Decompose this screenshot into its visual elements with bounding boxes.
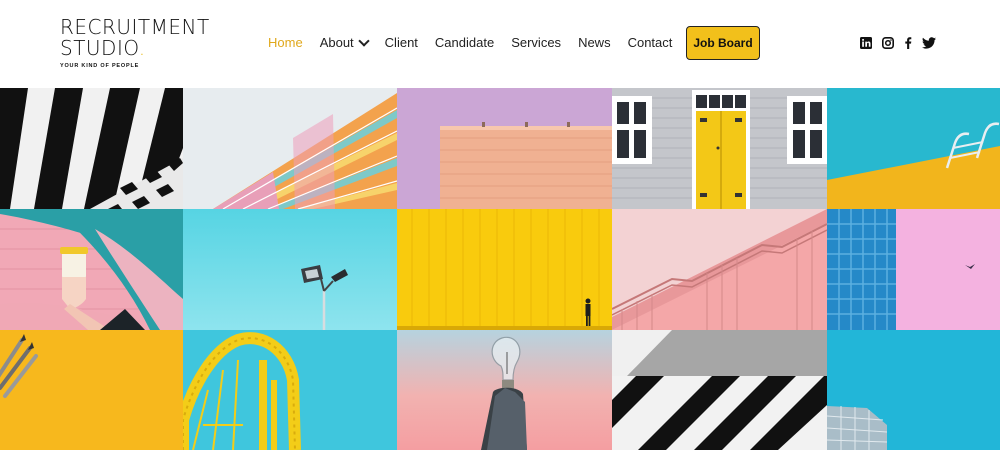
- instagram-icon[interactable]: [882, 37, 894, 49]
- logo[interactable]: RECRUITMENT STUDIO. YOUR KIND OF PEOPLE: [60, 15, 220, 70]
- logo-dot: .: [138, 36, 146, 60]
- black-white-stripes-photo[interactable]: [0, 88, 183, 209]
- logo-line-2-text: STUDIO: [60, 36, 139, 60]
- nav-contact[interactable]: Contact: [628, 35, 673, 50]
- nav-about-label: About: [319, 35, 354, 50]
- twitter-icon[interactable]: [922, 37, 936, 49]
- pink-staircase-railing-photo[interactable]: [612, 209, 827, 330]
- pencils-on-yellow-photo[interactable]: [0, 330, 183, 450]
- logo-tagline: YOUR KIND OF PEOPLE: [60, 63, 140, 69]
- nav-news[interactable]: News: [578, 35, 611, 50]
- job-board-button[interactable]: Job Board: [686, 26, 760, 60]
- nav-candidate[interactable]: Candidate: [435, 35, 494, 50]
- peach-wall-lilac-sky-photo[interactable]: [397, 88, 612, 209]
- yellow-door-grey-facade-photo[interactable]: [612, 88, 827, 209]
- yellow-rollercoaster-photo[interactable]: [183, 330, 397, 450]
- concrete-striped-wall-photo[interactable]: [612, 330, 827, 450]
- site-header: RECRUITMENT STUDIO. YOUR KIND OF PEOPLE …: [0, 0, 1000, 88]
- nav-about[interactable]: About: [319, 34, 370, 50]
- blue-sky-building-photo[interactable]: [827, 330, 1000, 450]
- hand-holding-cup-photo[interactable]: [0, 209, 183, 330]
- blue-pool-ladder-photo[interactable]: [827, 88, 1000, 209]
- pastel-building-balconies-photo[interactable]: [183, 88, 397, 209]
- logo-line-1: RECRUITMENT: [60, 15, 210, 39]
- chevron-down-icon: [358, 34, 370, 47]
- nav-home[interactable]: Home: [268, 35, 303, 50]
- main-nav: Home About Client Candidate Services New…: [268, 34, 689, 50]
- social-links: [860, 37, 946, 49]
- facebook-icon[interactable]: [904, 37, 912, 49]
- logo-line-2: STUDIO.: [60, 38, 220, 59]
- linkedin-icon[interactable]: [860, 37, 872, 49]
- nav-services[interactable]: Services: [511, 35, 561, 50]
- photo-gallery: [0, 88, 1000, 450]
- hand-holding-lightbulb-photo[interactable]: [397, 330, 612, 450]
- blue-glass-pink-wall-photo[interactable]: [827, 209, 1000, 330]
- yellow-wall-figure-photo[interactable]: [397, 209, 612, 330]
- nav-client[interactable]: Client: [385, 35, 418, 50]
- street-lamp-blue-sky-photo[interactable]: [183, 209, 397, 330]
